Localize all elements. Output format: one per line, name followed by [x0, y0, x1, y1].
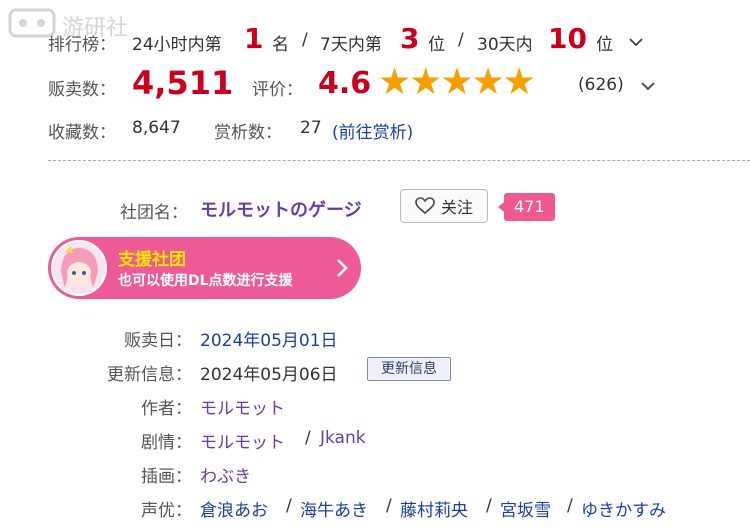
voice-sep: /	[386, 496, 392, 516]
chevron-right-icon	[337, 259, 348, 277]
rating-score: 4.6	[318, 66, 372, 101]
circle-label: 社团名：	[120, 203, 188, 223]
release-date-link[interactable]: 2024年05月01日	[200, 326, 338, 351]
voice-sep: /	[486, 496, 492, 516]
release-label: 贩卖日：	[124, 331, 192, 351]
circle-name-link[interactable]: モルモットのゲージ	[200, 196, 362, 222]
author-link[interactable]: モルモット	[200, 394, 285, 419]
support-circle-banner[interactable]: 支援社团 也可以使用DL点数进行支援	[48, 237, 361, 299]
follow-button[interactable]: 关注	[400, 189, 488, 223]
rank-7d-prefix: 7天内第	[320, 35, 382, 55]
rank-30d-prefix: 30天内	[477, 35, 533, 55]
rating-label: 评价：	[252, 80, 303, 100]
rank-sep-1: /	[302, 30, 308, 50]
rank-30d-value: 10	[548, 22, 587, 55]
update-label: 更新信息：	[107, 365, 192, 385]
sales-value: 4,511	[132, 64, 234, 102]
author-label: 作者：	[141, 399, 192, 419]
scenario-link-1[interactable]: モルモット	[200, 428, 285, 453]
scenario-link-2[interactable]: Jkank	[320, 428, 366, 448]
support-subtitle: 也可以使用DL点数进行支援	[118, 273, 293, 289]
rank-24h-value: 1	[244, 22, 264, 55]
illust-label: 插画：	[141, 467, 192, 487]
update-date: 2024年05月06日	[200, 365, 338, 385]
rank-sep-2: /	[458, 30, 464, 50]
rank-24h-suffix: 名	[272, 35, 289, 55]
rank-24h-prefix: 24小时内第	[132, 35, 222, 55]
favorites-label: 收藏数：	[48, 123, 116, 143]
heart-icon	[415, 197, 435, 215]
follow-label: 关注	[440, 198, 473, 217]
voice-actor-link[interactable]: ゆきかすみ	[581, 496, 666, 521]
voice-label: 声优：	[141, 501, 192, 521]
ranking-chevron-down-icon[interactable]	[628, 34, 644, 50]
avatar	[51, 240, 107, 296]
voice-actor-link[interactable]: 海牛あき	[300, 496, 368, 521]
voice-sep: /	[286, 496, 292, 516]
voice-sep: /	[567, 496, 573, 516]
support-title: 支援社团	[118, 250, 186, 270]
scenario-sep: /	[305, 428, 311, 448]
scenario-label: 剧情：	[141, 433, 192, 453]
section-divider	[48, 160, 750, 161]
reviews-label: 赏析数：	[214, 123, 282, 143]
illust-link[interactable]: わぶき	[200, 462, 251, 487]
voice-actor-link[interactable]: 宮坂雪	[500, 496, 551, 521]
voice-actor-link[interactable]: 藤村莉央	[400, 496, 468, 521]
rating-count: (626)	[578, 75, 624, 95]
voice-actor-link[interactable]: 倉浪あお	[200, 496, 268, 521]
follow-count-badge: 471	[498, 193, 555, 221]
reviews-value: 27	[300, 118, 322, 138]
sales-label: 贩卖数：	[48, 80, 116, 100]
rank-30d-suffix: 位	[596, 35, 613, 55]
update-info-button[interactable]: 更新信息	[367, 357, 451, 381]
rank-7d-suffix: 位	[428, 35, 445, 55]
favorites-value: 8,647	[132, 118, 181, 138]
reviews-link[interactable]: (前往赏析)	[332, 118, 413, 143]
rating-stars-icon: ★★★★★	[378, 60, 536, 103]
rating-chevron-down-icon[interactable]	[640, 78, 656, 94]
rank-7d-value: 3	[400, 22, 420, 55]
ranking-label: 排行榜：	[48, 35, 116, 55]
